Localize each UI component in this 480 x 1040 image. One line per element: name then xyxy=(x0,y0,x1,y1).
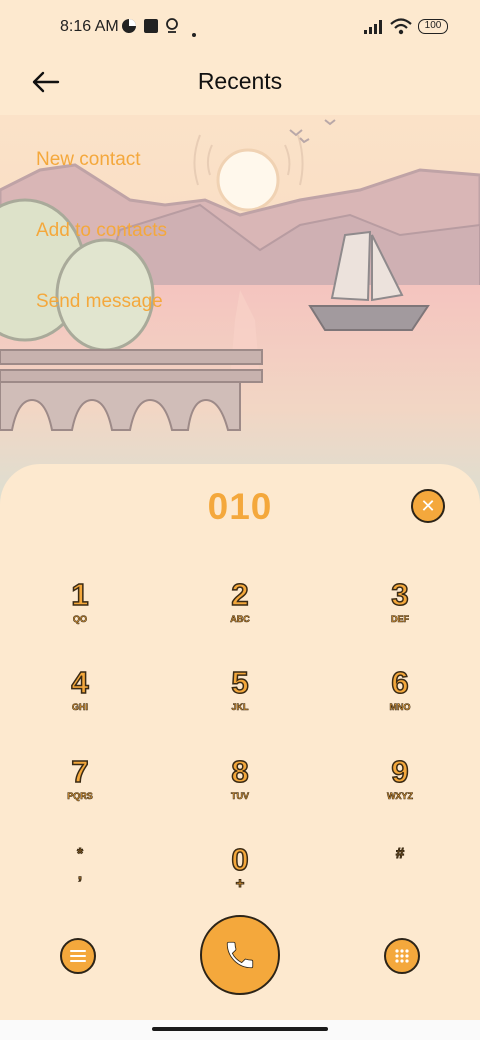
add-to-contacts-link[interactable]: Add to contacts xyxy=(36,220,167,242)
dialpad-icon xyxy=(395,949,409,963)
wifi-icon xyxy=(390,18,412,40)
battery-icon: 100 xyxy=(418,19,448,34)
dot-icon xyxy=(192,24,196,42)
send-message-link[interactable]: Send message xyxy=(36,291,163,313)
key-6[interactable]: 6 MNO xyxy=(340,665,460,746)
status-bar: 8:16 AM 100 xyxy=(0,0,480,56)
key-2[interactable]: 2 ABC xyxy=(180,577,300,658)
key-0[interactable]: 0 + xyxy=(180,842,300,923)
key-7[interactable]: 7 PQRS xyxy=(20,754,140,835)
key-hash[interactable]: # xyxy=(340,845,460,925)
key-star[interactable]: * , xyxy=(20,845,140,925)
signal-icon xyxy=(364,20,386,39)
close-icon: ✕ xyxy=(420,495,436,516)
call-button[interactable] xyxy=(200,915,280,995)
new-contact-link[interactable]: New contact xyxy=(36,149,141,171)
header: Recents xyxy=(0,56,480,112)
square-notification-icon xyxy=(143,18,159,39)
dialed-number: 010 xyxy=(207,486,273,527)
key-4[interactable]: 4 GHI xyxy=(20,665,140,746)
app-notification-icon xyxy=(121,18,137,39)
clear-button[interactable]: ✕ xyxy=(411,489,445,523)
key-8[interactable]: 8 TUV xyxy=(180,754,300,835)
home-gesture-handle[interactable] xyxy=(152,1027,328,1031)
status-time: 8:16 AM xyxy=(60,18,119,35)
voicemail-icon: QO xyxy=(72,614,88,625)
key-3[interactable]: 3 DEF xyxy=(340,577,460,658)
phone-icon xyxy=(226,941,254,969)
menu-button[interactable] xyxy=(60,938,96,974)
page-title: Recents xyxy=(197,68,283,94)
menu-icon xyxy=(70,950,86,962)
dialpad-toggle-button[interactable] xyxy=(384,938,420,974)
key-1[interactable]: 1 QO xyxy=(20,577,140,658)
bulb-notification-icon xyxy=(165,18,179,39)
key-5[interactable]: 5 JKL xyxy=(180,665,300,746)
key-9[interactable]: 9 WXYZ xyxy=(340,754,460,835)
navigation-bar xyxy=(0,1020,480,1040)
